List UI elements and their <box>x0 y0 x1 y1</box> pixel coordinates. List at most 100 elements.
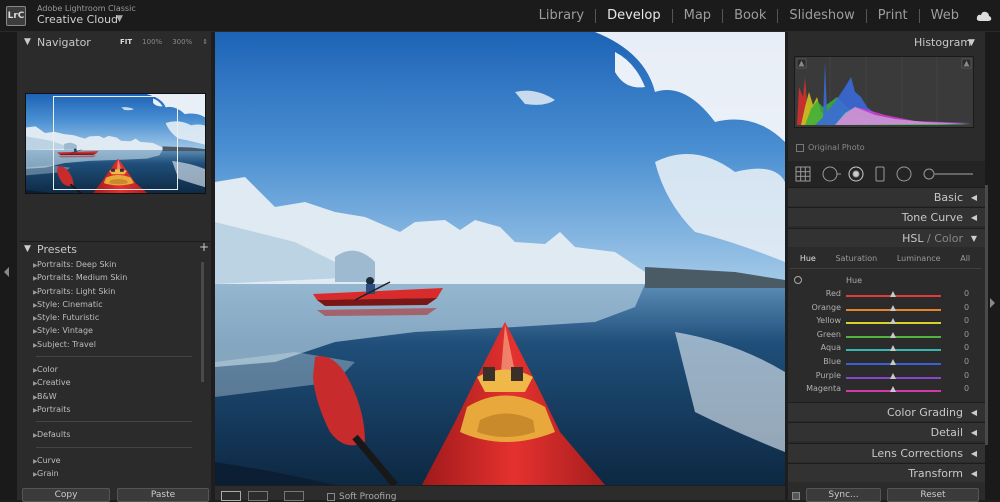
navigator-view-frame[interactable] <box>53 96 178 190</box>
slider-knob[interactable] <box>890 331 896 338</box>
preset-list: ▶Portraits: Deep Skin ▶Portraits: Medium… <box>24 258 204 480</box>
divider <box>36 356 192 358</box>
slider-knob[interactable] <box>890 386 896 393</box>
preset-item[interactable]: ▶Style: Vintage <box>24 324 204 337</box>
hsl-tab-label[interactable]: HSL <box>902 232 923 245</box>
right-scrollbar[interactable] <box>985 185 988 445</box>
cloud-sync-icon[interactable] <box>976 10 992 22</box>
slider-knob[interactable] <box>890 372 896 379</box>
preset-label: Style: Futuristic <box>37 313 100 323</box>
left-scrollbar[interactable] <box>201 262 204 382</box>
collapse-right-icon[interactable] <box>990 298 995 308</box>
section-lens-corrections[interactable]: Lens Corrections ◀ <box>788 443 985 462</box>
slider-value[interactable]: 0 <box>964 289 969 298</box>
color-tab-label[interactable]: Color <box>934 232 963 245</box>
histogram[interactable] <box>794 56 974 128</box>
module-develop[interactable]: Develop <box>595 9 672 23</box>
hue-group-label: Hue <box>846 276 863 285</box>
histogram-title[interactable]: Histogram <box>914 36 971 49</box>
hue-slider-row[interactable]: Green 0 <box>788 330 985 343</box>
module-library[interactable]: Library <box>528 9 595 23</box>
slider-knob[interactable] <box>890 291 896 297</box>
slider-value[interactable]: 0 <box>964 330 969 339</box>
preset-item[interactable]: ▶Defaults <box>24 428 204 441</box>
soft-proofing-label: Soft Proofing <box>339 492 397 502</box>
module-picker: Library Develop Map Book Slideshow Print… <box>528 0 970 32</box>
collapse-triangle-icon[interactable]: ▼ <box>968 38 975 48</box>
section-color-grading[interactable]: Color Grading ◀ <box>788 402 985 421</box>
module-map[interactable]: Map <box>671 9 722 23</box>
slider-value[interactable]: 0 <box>964 384 969 393</box>
slider-value[interactable]: 0 <box>964 357 969 366</box>
hue-slider-row[interactable]: Magenta 0 <box>788 384 985 397</box>
preset-item[interactable]: ▶Subject: Travel <box>24 338 204 351</box>
zoom-300[interactable]: 300% <box>172 38 192 46</box>
module-slideshow[interactable]: Slideshow <box>777 9 865 23</box>
preset-item[interactable]: ▶Creative <box>24 376 204 389</box>
photo-canvas[interactable] <box>215 32 785 485</box>
zoom-fit[interactable]: FIT <box>120 38 132 46</box>
add-preset-icon[interactable]: + <box>199 240 209 254</box>
zoom-menu-icon[interactable]: ⇕ <box>202 38 208 46</box>
section-basic[interactable]: Basic ◀ <box>788 187 985 206</box>
slider-value[interactable]: 0 <box>964 343 969 352</box>
slider-value[interactable]: 0 <box>964 303 969 312</box>
preset-item[interactable]: ▶Curve <box>24 454 204 467</box>
expand-triangle-icon: ◀ <box>970 428 977 437</box>
basic-label: Basic <box>933 191 963 204</box>
tab-hue[interactable]: Hue <box>800 254 816 263</box>
slider-label: Green <box>816 329 841 339</box>
preset-label: Style: Cinematic <box>37 299 103 309</box>
section-tone-curve[interactable]: Tone Curve ◀ <box>788 207 985 226</box>
section-transform[interactable]: Transform ◀ <box>788 463 985 482</box>
preset-item[interactable]: ▶Color <box>24 363 204 376</box>
preset-label: Portraits: Deep Skin <box>37 260 117 269</box>
preset-item[interactable]: ▶B&W <box>24 390 204 403</box>
collapse-triangle-icon[interactable]: ▼ <box>24 37 31 47</box>
auto-sync-toggle[interactable] <box>792 492 800 500</box>
section-detail[interactable]: Detail ◀ <box>788 422 985 441</box>
hue-slider-row[interactable]: Blue 0 <box>788 357 985 370</box>
chevron-down-icon[interactable]: ▼ <box>116 14 123 24</box>
module-book[interactable]: Book <box>722 9 777 23</box>
tab-luminance[interactable]: Luminance <box>897 254 941 263</box>
slider-knob[interactable] <box>890 304 896 311</box>
tab-saturation[interactable]: Saturation <box>835 254 877 263</box>
slider-knob[interactable] <box>890 318 896 325</box>
hue-slider-row[interactable]: Yellow 0 <box>788 316 985 329</box>
collapse-left-icon[interactable] <box>4 267 9 277</box>
original-photo-checkbox[interactable] <box>796 144 804 152</box>
slider-label: Magenta <box>806 384 841 394</box>
preset-item[interactable]: ▶Style: Cinematic <box>24 298 204 311</box>
brush-slider-icon <box>923 168 973 180</box>
module-web[interactable]: Web <box>918 9 970 23</box>
tool-strip <box>788 161 985 187</box>
zoom-100[interactable]: 100% <box>142 38 162 46</box>
section-hsl-color[interactable]: HSL / Color ▼ <box>788 228 985 247</box>
preset-item[interactable]: ▶Grain <box>24 467 204 480</box>
preset-item[interactable]: ▶Portraits: Medium Skin <box>24 271 204 284</box>
radial-filter-icon <box>896 166 912 182</box>
divider <box>790 268 982 269</box>
preset-item[interactable]: ▶Style: Futuristic <box>24 311 204 324</box>
collapse-triangle-icon[interactable]: ▼ <box>24 244 31 254</box>
red-eye-icon <box>848 166 864 182</box>
hue-slider-row[interactable]: Aqua 0 <box>788 343 985 356</box>
tone-curve-label: Tone Curve <box>901 211 963 224</box>
hue-slider-row[interactable]: Orange 0 <box>788 303 985 316</box>
preset-item[interactable]: ▶Portraits: Deep Skin <box>24 258 204 271</box>
identity-plate[interactable]: Creative Cloud <box>37 13 118 26</box>
slider-knob[interactable] <box>890 345 896 352</box>
slider-label: Blue <box>823 357 841 366</box>
hue-slider-row[interactable]: Purple 0 <box>788 371 985 384</box>
hue-slider-row[interactable]: Red 0 <box>788 289 985 302</box>
target-adjust-icon[interactable] <box>794 276 802 284</box>
left-panel-edge[interactable] <box>0 32 17 500</box>
tab-all[interactable]: All <box>960 254 970 263</box>
slider-knob[interactable] <box>890 359 896 365</box>
preset-item[interactable]: ▶Portraits: Light Skin <box>24 285 204 298</box>
slider-value[interactable]: 0 <box>964 316 969 325</box>
slider-value[interactable]: 0 <box>964 371 969 380</box>
preset-item[interactable]: ▶Portraits <box>24 403 204 416</box>
module-print[interactable]: Print <box>865 9 919 23</box>
